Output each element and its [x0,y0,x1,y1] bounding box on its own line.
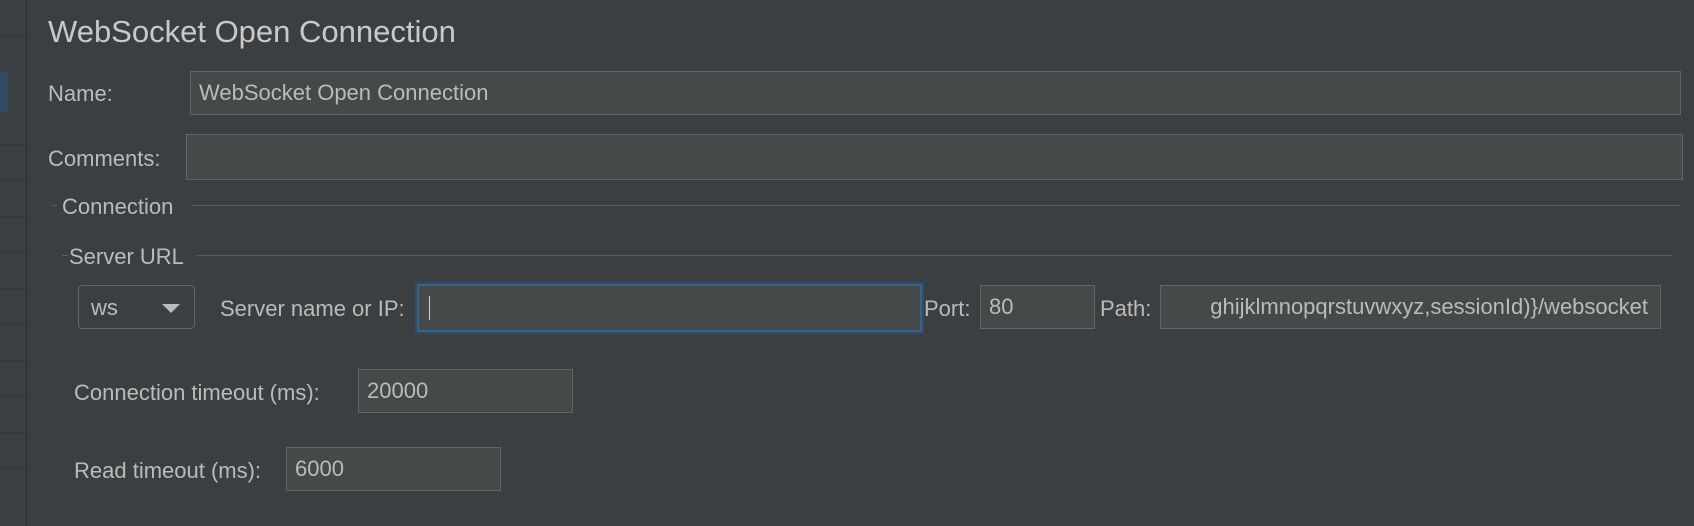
connection-timeout-field[interactable] [358,369,573,413]
text-caret [429,296,430,320]
page-title: WebSocket Open Connection [48,14,456,49]
port-label: Port: [924,296,971,321]
comments-label: Comments: [48,146,161,171]
server-name-field[interactable] [417,284,922,332]
path-value: ɡhijklmnopqrstuvwxyz,sessionId)}/websock… [1210,294,1648,319]
name-field[interactable] [190,71,1681,115]
protocol-select-value: ws [91,295,118,320]
path-field[interactable]: ɡhijklmnopqrstuvwxyz,sessionId)}/websock… [1160,285,1661,329]
connection-timeout-label: Connection timeout (ms): [74,380,320,405]
tree-row-divider [0,288,26,289]
tree-selection-marker [0,72,8,112]
tree-row-divider [0,468,26,469]
tree-row-divider [0,360,26,361]
chevron-down-icon [162,304,180,313]
port-field[interactable] [980,285,1095,329]
sampler-panel: WebSocket Open Connection Name: Comments… [27,0,1694,526]
tree-row-divider [0,252,26,253]
connection-separator-left [51,205,57,206]
server-url-section-title: Server URL [69,244,184,269]
tree-row-divider [0,36,26,37]
tree-panel-edge [0,0,27,526]
connection-section-title: Connection [62,194,174,219]
name-label: Name: [48,81,113,106]
comments-field[interactable] [186,134,1683,180]
protocol-select[interactable]: ws [78,285,195,329]
server-name-label: Server name or IP: [220,296,405,321]
connection-separator [192,205,1680,206]
path-label: Path: [1100,296,1152,321]
read-timeout-field[interactable] [286,447,501,491]
tree-row-divider [0,144,26,145]
tree-row-divider [0,396,26,397]
tree-row-divider [0,324,26,325]
tree-row-divider [0,180,26,181]
server-url-separator [197,255,1673,256]
read-timeout-label: Read timeout (ms): [74,458,262,483]
tree-row-divider [0,432,26,433]
server-url-separator-left [62,255,68,256]
tree-row-divider [0,216,26,217]
